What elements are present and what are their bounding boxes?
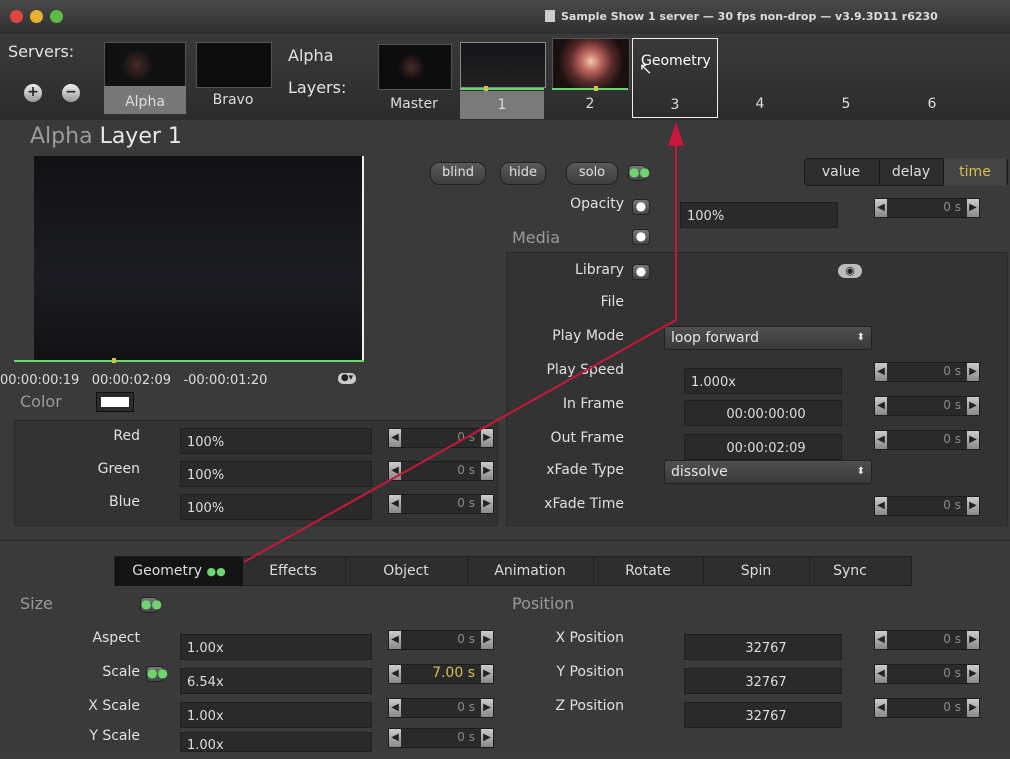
drag-annotation-arrow <box>243 122 684 563</box>
arrow-head <box>668 122 684 146</box>
arrow-line <box>243 132 677 563</box>
